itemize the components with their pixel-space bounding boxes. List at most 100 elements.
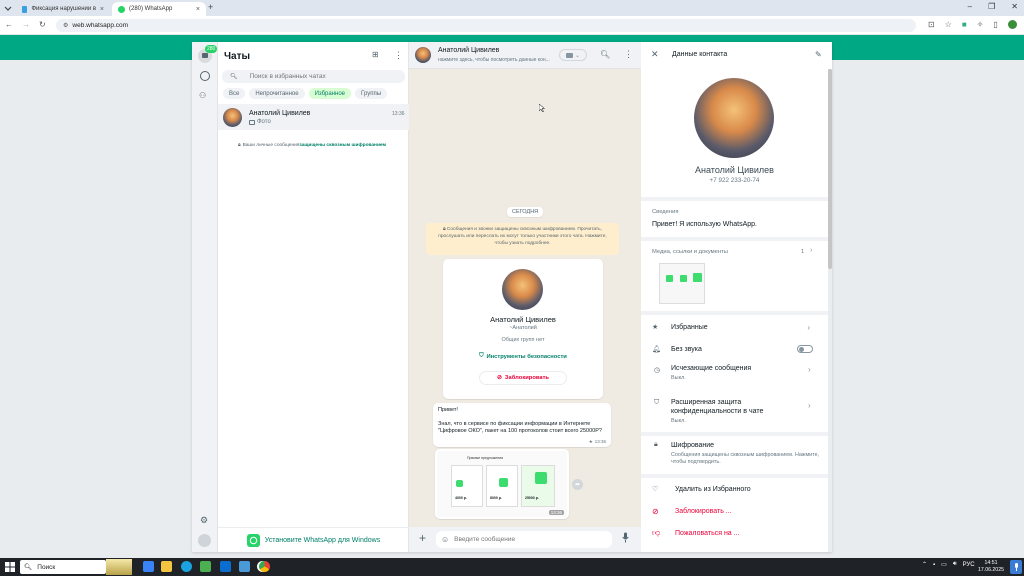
- search-highlight-image[interactable]: [106, 559, 132, 575]
- close-tab-icon[interactable]: ×: [100, 6, 104, 13]
- close-panel-icon[interactable]: ✕: [651, 49, 659, 60]
- encryption-link[interactable]: защищены сквозным шифрованием: [299, 143, 386, 148]
- security-tools-button[interactable]: ⛉ Инструменты безопасности: [443, 353, 603, 360]
- taskbar-search[interactable]: 🔍︎ Поиск: [20, 560, 106, 574]
- chat-list-menu-icon[interactable]: ⋮: [394, 50, 403, 61]
- app-icon[interactable]: [239, 561, 250, 572]
- profile-avatar-icon[interactable]: [1007, 20, 1017, 29]
- new-tab-icon[interactable]: +: [208, 2, 213, 12]
- start-windows-icon[interactable]: [5, 562, 15, 572]
- site-info-icon[interactable]: ⚙: [63, 22, 68, 29]
- block-button[interactable]: ⊘ Заблокировать: [479, 371, 567, 385]
- filter-unread[interactable]: Непрочитанное: [249, 88, 305, 99]
- restore-icon[interactable]: ❐: [988, 2, 995, 11]
- emoji-icon[interactable]: ☺: [441, 535, 449, 544]
- forward-icon[interactable]: ➦: [572, 479, 583, 490]
- install-banner[interactable]: Установите WhatsApp для Windows: [218, 527, 409, 552]
- new-chat-icon[interactable]: ⊞: [372, 50, 379, 59]
- image-time: 13:36: [548, 510, 564, 515]
- browser-tab-1[interactable]: Фиксация нарушений в интер ×: [16, 2, 110, 16]
- chevron-up-icon[interactable]: ⌃: [922, 561, 927, 568]
- profile-card: Анатолий Цивилев +7 922 233-20-74: [641, 69, 828, 197]
- conversation-header[interactable]: Анатолий Цивилев нажмите здесь, чтобы по…: [409, 42, 641, 69]
- chrome-icon[interactable]: [259, 561, 270, 572]
- nav-rail: 280 ⚇ ⚙: [192, 42, 218, 552]
- close-window-icon[interactable]: ✕: [1011, 2, 1018, 11]
- extension-icon[interactable]: ■: [962, 20, 967, 29]
- store-icon[interactable]: [200, 561, 211, 572]
- filter-favorites[interactable]: Избранное: [308, 88, 352, 99]
- search-box[interactable]: 🔍︎: [222, 70, 405, 83]
- lock-icon: 🔒︎: [238, 143, 241, 148]
- thumbs-down-icon: 👎︎: [652, 528, 661, 537]
- incoming-text-message[interactable]: Привет! Знал, что в сервисе по фиксации …: [433, 403, 611, 447]
- clock[interactable]: 14:51 17.06.2025: [978, 560, 1004, 574]
- pricing-card: 4000 р.: [451, 465, 483, 507]
- filter-groups[interactable]: Группы: [355, 88, 388, 99]
- communities-nav-icon[interactable]: ⚇: [199, 91, 206, 100]
- filter-all[interactable]: Все: [223, 88, 246, 99]
- remove-favorite-row[interactable]: ♡ Удалить из Избранного: [641, 480, 828, 498]
- reload-icon[interactable]: ↻: [39, 20, 46, 29]
- extensions-puzzle-icon[interactable]: ✧: [977, 20, 984, 29]
- advanced-privacy-row[interactable]: ⛉ Расширенная защита конфиденциальности …: [641, 395, 828, 427]
- microphone-icon[interactable]: [622, 532, 629, 543]
- bookmark-star-icon[interactable]: ☆: [945, 20, 952, 29]
- task-view-icon[interactable]: [143, 561, 154, 572]
- notification-microphone-icon[interactable]: [1010, 560, 1022, 574]
- mute-label: Без звука: [671, 345, 702, 353]
- attach-plus-icon[interactable]: +: [419, 531, 426, 545]
- contact-card-message[interactable]: Анатолий Цивилев ~Анатолий Общих групп н…: [443, 259, 603, 399]
- mute-row[interactable]: 🔔︎ Без звука: [641, 340, 828, 358]
- contact-panel-title: Данные контакта: [672, 51, 728, 58]
- address-bar[interactable]: ⚙ web.whatsapp.com: [56, 19, 916, 32]
- outlook-icon[interactable]: [220, 561, 231, 572]
- search-input[interactable]: [249, 73, 400, 80]
- media-section[interactable]: Медиа, ссылки и документы 1 ›: [641, 241, 828, 311]
- profile-avatar[interactable]: [198, 534, 211, 547]
- message-input[interactable]: [454, 536, 595, 543]
- edge-browser-icon[interactable]: [181, 561, 192, 572]
- mute-toggle[interactable]: [797, 345, 813, 353]
- privacy-label: Расширенная защита конфиденциальности в …: [671, 399, 764, 416]
- volume-icon[interactable]: 🔊︎: [953, 561, 957, 568]
- browser-tab-2[interactable]: (280) WhatsApp ×: [112, 2, 206, 16]
- block-icon: ⊘: [652, 506, 659, 516]
- forward-icon[interactable]: →: [22, 20, 30, 29]
- system-encryption-message[interactable]: 🔒︎ Сообщения и звонки защищены сквозным …: [426, 223, 619, 255]
- minimize-icon[interactable]: –: [968, 2, 972, 11]
- profile-photo[interactable]: [694, 78, 774, 158]
- composer-field[interactable]: ☺: [436, 531, 612, 548]
- close-tab-icon[interactable]: ×: [196, 6, 200, 13]
- sidebar-icon[interactable]: ▯: [993, 20, 997, 29]
- tray-app-icon[interactable]: ▪: [933, 562, 935, 568]
- message-greeting: Привет!: [438, 407, 458, 413]
- search-in-chat-icon[interactable]: 🔍︎: [600, 50, 610, 59]
- media-thumbnail[interactable]: [659, 263, 705, 304]
- chat-menu-icon[interactable]: ⋮: [624, 49, 633, 60]
- block-contact-row[interactable]: ⊘ Заблокировать ...: [641, 502, 828, 520]
- whatsapp-logo-icon: [246, 533, 260, 547]
- settings-gear-icon[interactable]: ⚙: [200, 515, 208, 526]
- install-app-icon[interactable]: ⊡: [928, 20, 935, 29]
- back-icon[interactable]: ←: [5, 20, 13, 29]
- star-icon: ★: [588, 438, 593, 444]
- network-icon[interactable]: ▭: [941, 561, 947, 568]
- incoming-image-message[interactable]: Прямые предложения 4000 р. 8000 р. 25000…: [435, 449, 569, 519]
- site-favicon-icon: [22, 5, 28, 13]
- contact-card-name: Анатолий Цивилев: [490, 315, 556, 324]
- report-contact-row[interactable]: 👎︎ Пожаловаться на ...: [641, 524, 828, 542]
- disappearing-messages-row[interactable]: ◷ Исчезающие сообщения Выкл. ›: [641, 363, 828, 385]
- video-call-button[interactable]: ⌄: [559, 49, 587, 61]
- chat-list-item[interactable]: Анатолий Цивилев 13:36 Фото: [218, 104, 409, 130]
- language-indicator[interactable]: РУС: [963, 562, 975, 568]
- status-nav-icon[interactable]: [200, 71, 210, 81]
- favorites-row[interactable]: ★ Избранные ›: [641, 318, 828, 336]
- encryption-section[interactable]: 🔒︎ Шифрование Сообщения защищены сквозны…: [641, 436, 828, 474]
- panel-scrollbar[interactable]: [828, 69, 832, 552]
- file-explorer-icon[interactable]: [161, 561, 172, 572]
- header-contact-name: Анатолий Цивилев: [438, 47, 500, 54]
- edit-pencil-icon[interactable]: ✎: [815, 50, 822, 59]
- tab-list-icon[interactable]: [4, 4, 12, 12]
- message-image[interactable]: Прямые предложения 4000 р. 8000 р. 25000…: [437, 451, 567, 517]
